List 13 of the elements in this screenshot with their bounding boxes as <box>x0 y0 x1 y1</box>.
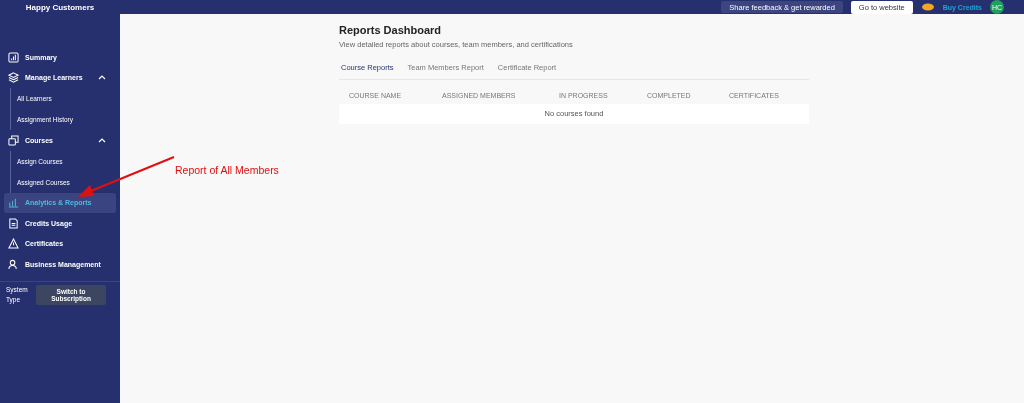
brand-name: Happy Customers <box>24 2 96 12</box>
bar-chart-icon <box>8 197 19 209</box>
user-icon <box>8 258 19 270</box>
layers-icon <box>8 72 19 84</box>
document-icon <box>8 217 19 229</box>
triangle-icon <box>8 238 19 250</box>
chevron-icon[interactable] <box>98 75 106 81</box>
page-title: Reports Dashboard <box>339 24 443 36</box>
copy-icon <box>8 134 19 146</box>
annotation-text: Report of All Members <box>175 164 279 176</box>
coins-icon <box>920 3 935 11</box>
chart-icon <box>8 51 19 63</box>
chevron-icon[interactable] <box>98 137 106 143</box>
